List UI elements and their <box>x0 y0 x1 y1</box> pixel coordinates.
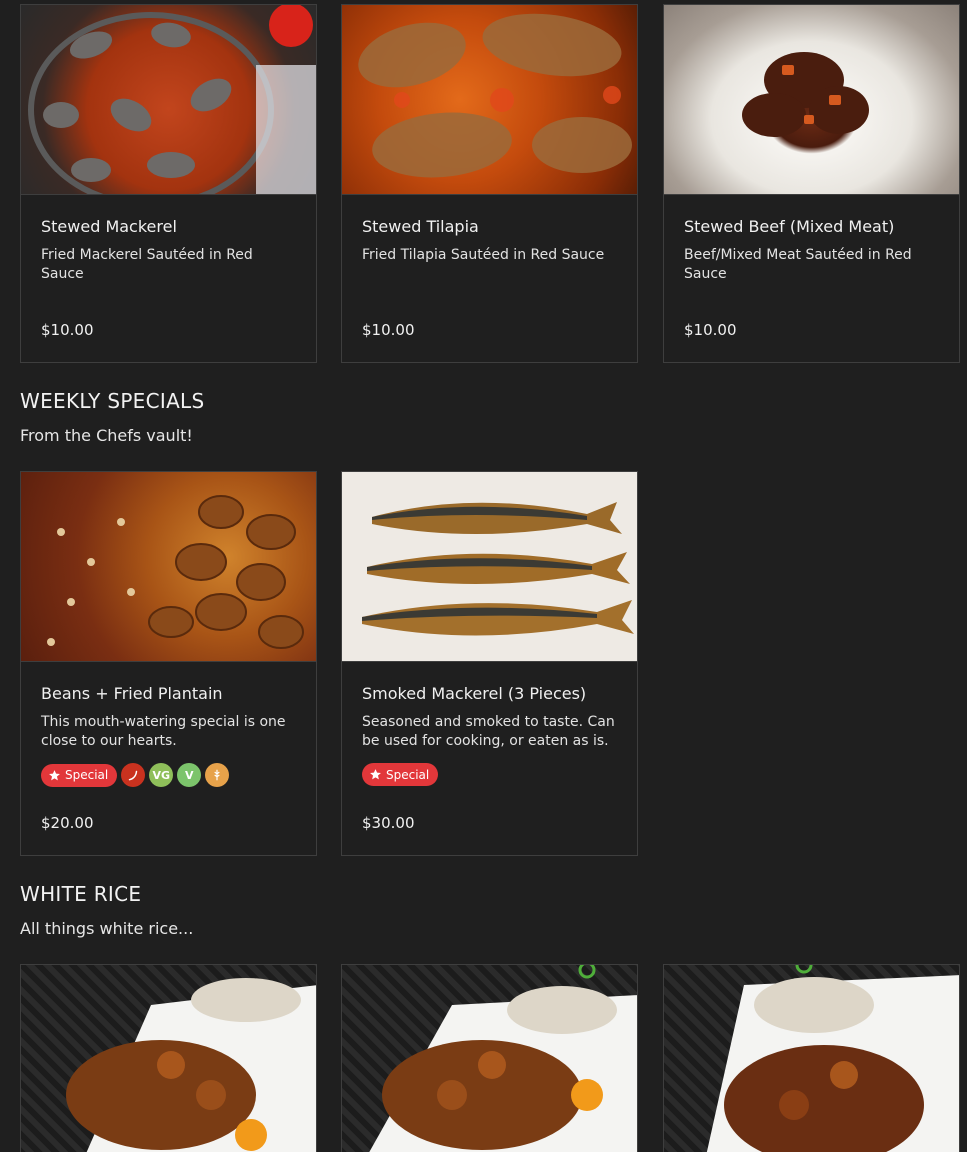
menu-item-card[interactable] <box>341 964 638 1152</box>
dish-title: Beans + Fried Plantain <box>41 684 223 703</box>
dish-image <box>21 965 316 1152</box>
star-icon <box>49 769 60 780</box>
dish-description: Seasoned and smoked to taste. Can be use… <box>362 714 615 749</box>
section-title: WHITE RICE <box>20 882 142 906</box>
gluten-free-icon <box>205 763 230 787</box>
dish-price: $10.00 <box>362 321 415 339</box>
dish-description: Fried Tilapia Sautéed in Red Sauce <box>362 247 605 263</box>
dish-title: Stewed Mackerel <box>41 217 177 236</box>
dish-tags: Special VG V <box>41 763 296 787</box>
section-title: WEEKLY SPECIALS <box>20 389 205 413</box>
dish-description: Beef/Mixed Meat Sautéed in Red Sauce <box>684 247 912 282</box>
dish-image <box>664 965 959 1152</box>
dish-image <box>21 472 316 662</box>
menu-item-card[interactable]: Stewed Mackerel Fried Mackerel Sautéed i… <box>20 4 317 363</box>
dish-title: Stewed Beef (Mixed Meat) <box>684 217 895 236</box>
special-badge: Special <box>362 763 439 786</box>
dish-tags: Special <box>362 763 617 786</box>
menu-item-card[interactable]: Smoked Mackerel (3 Pieces) Seasoned and … <box>341 471 638 856</box>
dish-image <box>342 472 637 662</box>
dish-image <box>664 5 959 195</box>
section-description: From the Chefs vault! <box>20 426 193 445</box>
vegetarian-icon: V <box>177 763 202 787</box>
star-icon <box>370 769 381 780</box>
dish-description: Fried Mackerel Sautéed in Red Sauce <box>41 247 253 282</box>
dish-title: Smoked Mackerel (3 Pieces) <box>362 684 587 703</box>
special-badge: Special <box>41 763 118 787</box>
dish-price: $10.00 <box>41 321 94 339</box>
dish-image <box>21 5 316 195</box>
dish-price: $30.00 <box>362 814 415 832</box>
chili-icon <box>121 763 146 787</box>
menu-item-card[interactable]: Stewed Beef (Mixed Meat) Beef/Mixed Meat… <box>663 4 960 363</box>
menu-item-card[interactable]: Beans + Fried Plantain This mouth-wateri… <box>20 471 317 856</box>
dish-price: $20.00 <box>41 814 94 832</box>
vegan-icon: VG <box>149 763 174 787</box>
dish-price: $10.00 <box>684 321 737 339</box>
section-description: All things white rice... <box>20 919 194 938</box>
menu-item-card[interactable]: Stewed Tilapia Fried Tilapia Sautéed in … <box>341 4 638 363</box>
dish-image <box>342 5 637 195</box>
dish-title: Stewed Tilapia <box>362 217 479 236</box>
dish-description: This mouth-watering special is one close… <box>41 714 286 749</box>
dish-image <box>342 965 637 1152</box>
menu-item-card[interactable] <box>20 964 317 1152</box>
menu-item-card[interactable] <box>663 964 960 1152</box>
